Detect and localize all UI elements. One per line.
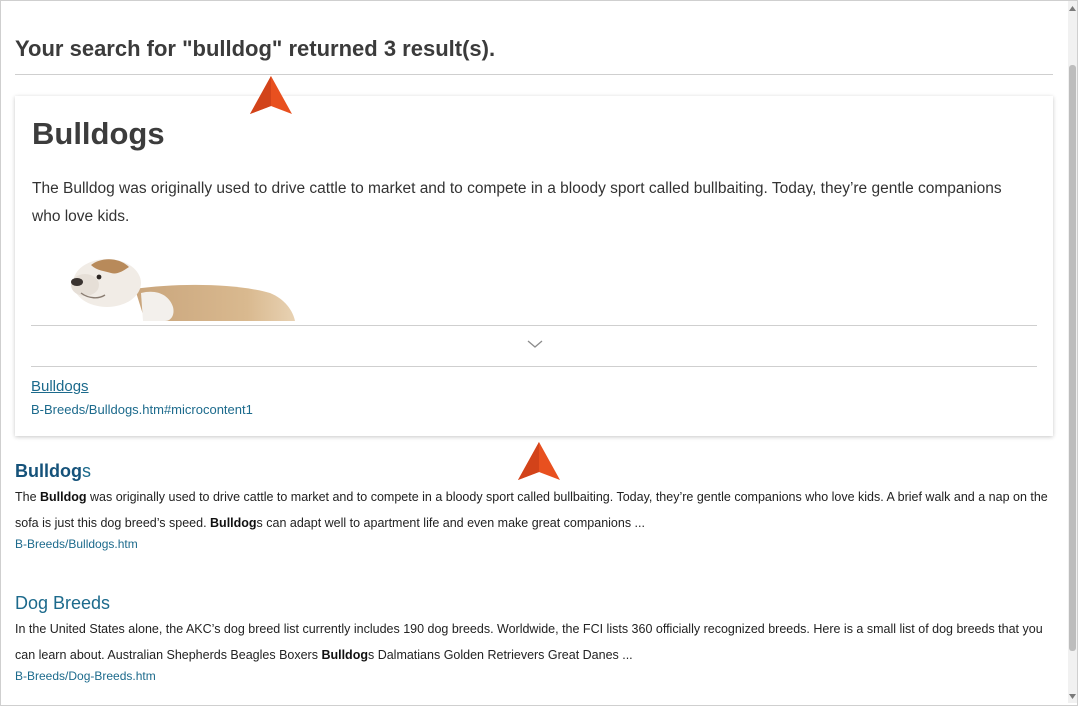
- expand-toggle[interactable]: [523, 336, 547, 352]
- keyword-highlight: Bulldog: [321, 648, 368, 662]
- featured-path-link[interactable]: B-Breeds/Bulldogs.htm#microcontent1: [31, 402, 253, 417]
- result-title-rest: s: [81, 461, 91, 481]
- chevron-down-icon: [527, 340, 543, 348]
- result-path-link[interactable]: B-Breeds/Dog-Breeds.htm: [15, 669, 1053, 683]
- results-summary-heading: Your search for "bulldog" returned 3 res…: [15, 0, 1053, 75]
- featured-body-text: The Bulldog was originally used to drive…: [32, 180, 1002, 225]
- bulldog-image: [71, 259, 295, 321]
- keyword-highlight: Bulldog: [210, 516, 257, 530]
- result-snippet: The Bulldog was originally used to drive…: [15, 484, 1053, 536]
- card-divider-bottom: [31, 366, 1037, 367]
- search-results-page: Your search for "bulldog" returned 3 res…: [15, 0, 1053, 75]
- cursor-arrow-marker: [250, 76, 292, 114]
- snippet-text: s Dalmatians Golden Retrievers Great Dan…: [367, 648, 633, 662]
- featured-heading: Bulldogs: [32, 116, 165, 151]
- keyword-highlight: Bulldog: [40, 490, 87, 504]
- result-snippet: In the United States alone, the AKC’s do…: [15, 616, 1053, 668]
- scroll-thumb[interactable]: [1069, 65, 1076, 651]
- snippet-text: s can adapt well to apartment life and e…: [256, 516, 645, 530]
- featured-link[interactable]: Bulldogs: [31, 378, 89, 395]
- search-result-item: Dog Breeds In the United States alone, t…: [15, 592, 1053, 683]
- card-divider-top: [31, 325, 1037, 326]
- vertical-scrollbar[interactable]: [1068, 1, 1077, 703]
- result-title-link[interactable]: Dog Breeds: [15, 592, 1053, 614]
- scroll-down-icon[interactable]: [1068, 691, 1077, 701]
- result-title-highlight: Bulldog: [15, 461, 82, 481]
- scroll-up-icon[interactable]: [1068, 3, 1077, 13]
- result-path-link[interactable]: B-Breeds/Bulldogs.htm: [15, 537, 1053, 551]
- snippet-text: The: [15, 490, 41, 504]
- cursor-arrow-marker: [518, 442, 560, 480]
